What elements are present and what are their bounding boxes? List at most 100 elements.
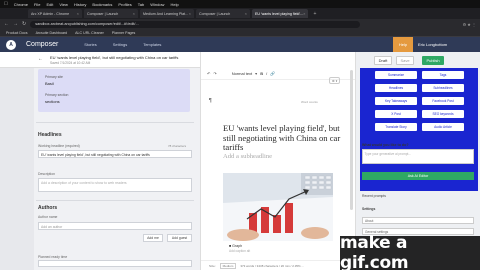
redo-icon[interactable]: ↷	[213, 71, 216, 76]
back-icon[interactable]: ←	[4, 21, 9, 27]
help-button[interactable]: Help	[393, 37, 413, 52]
menu-item-window[interactable]: Window	[150, 2, 164, 7]
menu-item-file[interactable]: File	[34, 2, 40, 7]
url-input[interactable]: sandbox.arcbeat.arcpublishing.com/compos…	[30, 20, 361, 28]
image-caption-type: ■ Graph	[229, 244, 243, 248]
recent-prompts-label[interactable]: Recent prompts	[362, 194, 386, 198]
settings-pill[interactable]: ⚙ ▾	[329, 77, 341, 84]
publish-button[interactable]: Publish	[422, 56, 444, 65]
menu-item-view[interactable]: View	[59, 2, 68, 7]
editor-scrollbar[interactable]	[350, 70, 353, 210]
bookmark-item[interactable]: Arcsuite Dashboard	[36, 31, 68, 35]
new-tab-icon[interactable]: +	[313, 11, 316, 17]
ai-facebook-post-button[interactable]: Facebook Post	[422, 97, 464, 105]
arc-logo-icon[interactable]: A	[6, 39, 16, 50]
divider	[36, 200, 194, 201]
ai-summarize-button[interactable]: Summarize	[375, 71, 417, 79]
bookmark-item[interactable]: Planner Pages	[112, 31, 136, 35]
menu-item-edit[interactable]: Edit	[46, 2, 53, 7]
extensions-icon[interactable]: ⚙ ★ ⋮	[463, 22, 476, 27]
user-menu[interactable]: Eric Longbottom	[418, 42, 447, 47]
story-saved: Saved 7/1/2024 at 10:42 AM	[50, 61, 91, 65]
editor-pane: ↶ ↷ Normal text ▾ B I 🔗 ⚙ ▾ Word counts …	[200, 52, 356, 270]
apple-icon[interactable]: 	[4, 1, 8, 7]
author-name-label: Author name	[38, 215, 58, 219]
tab-label: Composer | Launch	[87, 11, 119, 16]
size-select[interactable]: Medium	[219, 262, 237, 269]
browser-tab[interactable]: Composer | Launch ×	[84, 9, 138, 18]
planned-ready-input[interactable]	[38, 260, 192, 267]
close-tab-icon[interactable]: ×	[303, 11, 305, 16]
story-header: ← EU 'wants level playing field', but st…	[0, 52, 200, 68]
add-me-button[interactable]: Add me	[143, 234, 163, 242]
link-icon[interactable]: 🔗	[270, 71, 275, 76]
ai-prompt-input[interactable]: Type your generative ai prompt...	[362, 149, 474, 164]
left-rail	[0, 68, 34, 270]
save-button[interactable]: Save	[396, 56, 414, 65]
primary-section-value[interactable]: sections	[45, 99, 60, 104]
back-arrow-icon[interactable]: ←	[38, 56, 43, 62]
ai-translate-button[interactable]: Translate Story	[375, 123, 417, 131]
close-tab-icon[interactable]: ×	[133, 11, 135, 16]
ask-ai-editor-button[interactable]: Ask AI Editor	[362, 172, 474, 180]
paragraph-cursor[interactable]: ¶	[209, 98, 212, 104]
bookmarks-bar: Product Docs Arcsuite Dashboard ALC URL …	[0, 29, 480, 37]
ai-headlines-button[interactable]: Headlines	[375, 84, 417, 92]
story-headline[interactable]: EU 'wants level playing field', but stil…	[223, 123, 343, 153]
browser-tab[interactable]: Composer | Launch ×	[196, 9, 250, 18]
menu-item-bookmarks[interactable]: Bookmarks	[92, 2, 112, 7]
story-subheadline[interactable]: Add a subheadline	[223, 153, 272, 160]
description-label: Description	[38, 172, 55, 176]
reload-icon[interactable]: ↻	[22, 21, 26, 27]
image-caption-input[interactable]: Add caption alt	[229, 249, 250, 253]
nav-stories[interactable]: Stories	[84, 42, 96, 47]
italic-icon[interactable]: I	[266, 71, 267, 76]
forward-icon[interactable]: →	[13, 21, 18, 27]
menu-item-history[interactable]: History	[74, 2, 86, 7]
close-tab-icon[interactable]: ×	[245, 11, 247, 16]
tab-label: Arc XP Admin - Chrome	[31, 11, 70, 16]
tab-label: EU 'wants level playing field'...	[255, 11, 304, 16]
menu-item-tab[interactable]: Tab	[138, 2, 144, 7]
makeagif-watermark: make a gif.com	[340, 233, 480, 270]
draft-button[interactable]: Draft	[374, 56, 392, 65]
ai-seo-keywords-button[interactable]: SEO keywords	[422, 110, 464, 118]
close-tab-icon[interactable]: ×	[189, 11, 191, 16]
about-select[interactable]: About	[362, 217, 474, 224]
bookmark-item[interactable]: Product Docs	[6, 31, 28, 35]
menu-item-help[interactable]: Help	[170, 2, 178, 7]
ai-audio-article-button[interactable]: Audio Article	[422, 123, 464, 131]
undo-icon[interactable]: ↶	[207, 71, 210, 76]
chevron-down-icon[interactable]: ▾	[255, 71, 257, 76]
tab-label: Composer | Launch	[199, 11, 231, 16]
app-header: A Composer Stories Settings Templates He…	[0, 37, 480, 52]
menu-item-profiles[interactable]: Profiles	[118, 2, 131, 7]
bold-icon[interactable]: B	[260, 71, 263, 76]
close-tab-icon[interactable]: ×	[77, 11, 79, 16]
add-guest-button[interactable]: Add guest	[167, 234, 192, 242]
primary-site-value[interactable]: Basil	[45, 81, 54, 86]
browser-tab[interactable]: Medium And Learning Plat... ×	[140, 9, 194, 18]
ai-tags-button[interactable]: Tags	[422, 71, 464, 79]
ai-x-post-button[interactable]: X Post	[375, 110, 417, 118]
text-style-select[interactable]: Normal text	[232, 71, 252, 76]
word-count-toggle[interactable]: Word counts	[301, 100, 318, 104]
browser-tab-active[interactable]: EU 'wants level playing field'... ×	[252, 9, 309, 18]
word-char-count: 373 words / 3438 characters / 20 min / 2…	[240, 263, 305, 268]
description-input[interactable]: Add a description of your content to sho…	[38, 178, 192, 192]
nav-templates[interactable]: Templates	[143, 42, 161, 47]
address-bar: ← → ↻ sandbox.arcbeat.arcpublishing.com/…	[0, 19, 480, 29]
nav-settings[interactable]: Settings	[113, 42, 127, 47]
settings-label: Settings	[362, 207, 376, 211]
ai-prompt-title: What would you like to do?	[362, 143, 409, 147]
authors-section-title: Authors	[38, 205, 58, 211]
browser-tab[interactable]: Arc XP Admin - Chrome ×	[28, 9, 82, 18]
lead-image[interactable]	[223, 173, 333, 241]
bookmark-item[interactable]: ALC URL Cleaner	[75, 31, 104, 35]
ai-subheadlines-button[interactable]: Subheadlines	[422, 84, 464, 92]
story-title: EU 'wants level playing field', but stil…	[50, 55, 179, 60]
author-name-input[interactable]: Add an author	[38, 222, 192, 230]
working-headline-input[interactable]: EU 'wants level playing field', but stil…	[38, 150, 192, 158]
menu-app[interactable]: Chrome	[14, 2, 28, 7]
ai-key-takeaways-button[interactable]: Key Takeaways	[375, 97, 417, 105]
